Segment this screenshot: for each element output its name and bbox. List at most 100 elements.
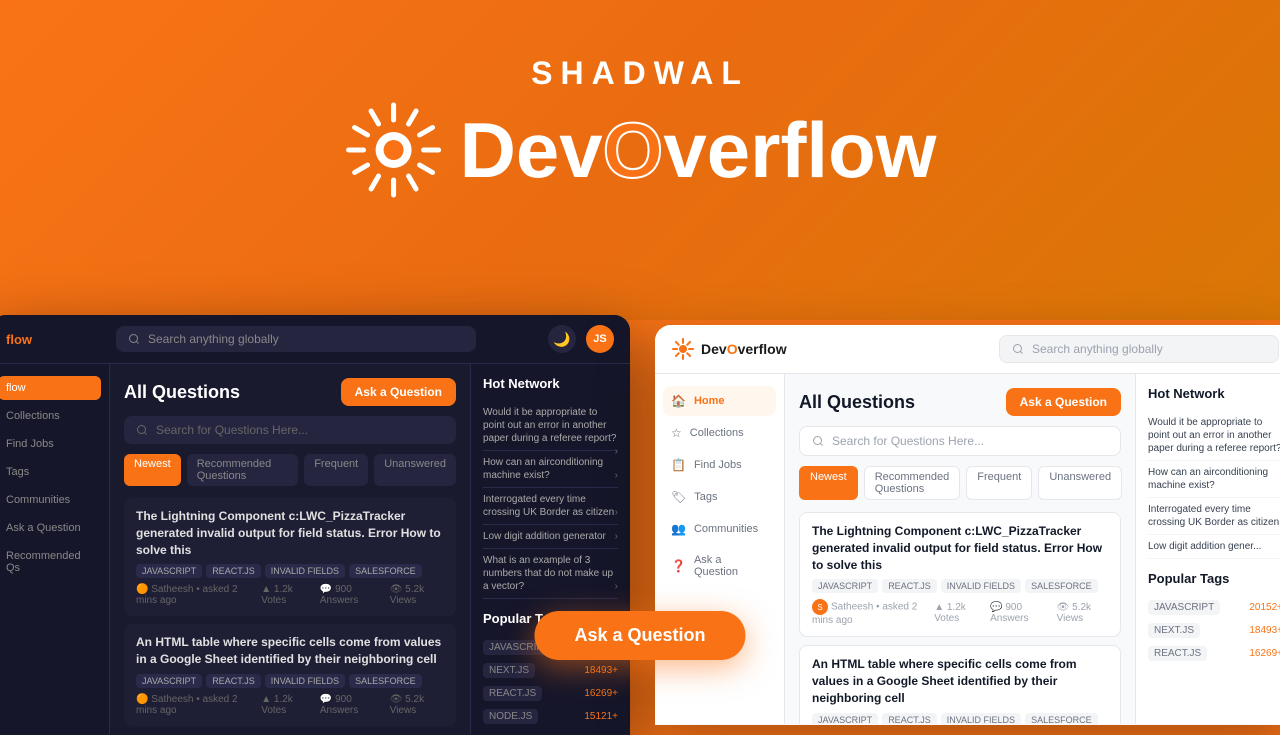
dark-page-title: All Questions bbox=[124, 382, 240, 403]
light-ask-question-button[interactable]: Ask a Question bbox=[1006, 388, 1121, 416]
light-hot-network-item-2[interactable]: How can an airconditioning machine exist… bbox=[1148, 461, 1280, 498]
hot-network-item-3[interactable]: Interrogated every time crossing UK Bord… bbox=[483, 488, 618, 525]
light-sidebar-ask-question-label: Ask a Question bbox=[694, 554, 768, 578]
light-filter-tab-recommended[interactable]: Recommended Questions bbox=[864, 466, 961, 500]
light-question-title-1[interactable]: The Lightning Component c:LWC_PizzaTrack… bbox=[812, 523, 1108, 573]
filter-tab-newest[interactable]: Newest bbox=[124, 454, 181, 486]
sidebar-item-home[interactable]: flow bbox=[0, 376, 101, 400]
light-filter-tab-newest[interactable]: Newest bbox=[799, 466, 858, 500]
author-avatar-1: S bbox=[812, 599, 828, 615]
light-tag-invalid-fields[interactable]: INVALID FIELDS bbox=[941, 579, 1021, 593]
hot-network-item-2[interactable]: How can an airconditioning machine exist… bbox=[483, 451, 618, 488]
tag-javascript[interactable]: JAVASCRIPT bbox=[136, 564, 202, 578]
dark-main-content: All Questions Ask a Question Search for … bbox=[110, 364, 470, 734]
light-popular-tag-2: NEXT.JS 18493+ bbox=[1148, 619, 1280, 642]
dark-popular-tag-3: REACT.JS 16269+ bbox=[483, 682, 618, 705]
logo-area: DevOverflow bbox=[344, 100, 937, 200]
light-sidebar-item-find-jobs[interactable]: 📋 Find Jobs bbox=[663, 450, 776, 480]
dark-mode-icon[interactable]: 🌙 bbox=[548, 325, 576, 353]
hot-network-item-4[interactable]: Low digit addition generator › bbox=[483, 525, 618, 549]
light-popular-tag-1: JAVASCRIPT 20152+ bbox=[1148, 596, 1280, 619]
light-logo: DevOverflow bbox=[671, 337, 787, 361]
light-header: DevOverflow Search anything globally bbox=[655, 325, 1280, 374]
ask-question-cta-button[interactable]: Ask a Question bbox=[534, 611, 745, 660]
light-question-title-2[interactable]: An HTML table where specific cells come … bbox=[812, 656, 1108, 706]
dark-search-placeholder: Search anything globally bbox=[148, 332, 279, 346]
light-ui-card: DevOverflow Search anything globally 🏠 H… bbox=[655, 325, 1280, 725]
sidebar-item-collections[interactable]: Collections bbox=[0, 404, 101, 428]
dark-ask-question-button[interactable]: Ask a Question bbox=[341, 378, 456, 406]
light-sidebar-item-ask-question[interactable]: ❓ Ask a Question bbox=[663, 546, 776, 586]
find-jobs-icon: 📋 bbox=[671, 458, 686, 472]
light-ptag-nextjs[interactable]: NEXT.JS bbox=[1148, 623, 1200, 638]
dark-question-tags-2: JAVASCRIPT REACT.JS INVALID FIELDS SALES… bbox=[136, 674, 444, 688]
dark-question-author-time-2: 🟠 Satheesh • asked 2 mins ago bbox=[136, 694, 261, 716]
dark-question-meta-2: 🟠 Satheesh • asked 2 mins ago ▲ 1.2k Vot… bbox=[136, 694, 444, 716]
light-tag-salesforce-2[interactable]: SALESFORCE bbox=[1025, 713, 1098, 724]
light-question-stats-1: ▲ 1.2k Votes 💬 900 Answers 👁 5.2k Views bbox=[934, 602, 1108, 624]
sidebar-item-tags[interactable]: Tags bbox=[0, 460, 101, 484]
light-tag-javascript[interactable]: JAVASCRIPT bbox=[812, 579, 878, 593]
light-hot-network-item-1[interactable]: Would it be appropriate to point out an … bbox=[1148, 411, 1280, 461]
light-sidebar-item-communities[interactable]: 👥 Communities bbox=[663, 514, 776, 544]
dark-question-stats: ▲ 1.2k Votes 💬 900 Answers 👁 5.2k Views bbox=[261, 584, 444, 606]
tag-reactjs[interactable]: REACT.JS bbox=[206, 564, 261, 578]
filter-tab-recommended[interactable]: Recommended Questions bbox=[187, 454, 299, 486]
light-sidebar: 🏠 Home ☆ Collections 📋 Find Jobs 🏷 Tags … bbox=[655, 374, 785, 724]
hot-network-item-1[interactable]: Would it be appropriate to point out an … bbox=[483, 401, 618, 451]
light-search-placeholder: Search anything globally bbox=[1032, 342, 1163, 356]
light-ptag-javascript[interactable]: JAVASCRIPT bbox=[1148, 600, 1220, 615]
dark-votes-stat: ▲ 1.2k Votes bbox=[261, 584, 312, 606]
dark-tag-nodejs[interactable]: NODE.JS bbox=[483, 709, 538, 724]
dark-tag-reactjs-count: 16269+ bbox=[584, 688, 618, 699]
tag-javascript-2[interactable]: JAVASCRIPT bbox=[136, 674, 202, 688]
filter-tab-unanswered[interactable]: Unanswered bbox=[374, 454, 456, 486]
light-main-header: All Questions Ask a Question bbox=[799, 388, 1121, 416]
light-hot-network-item-4[interactable]: Low digit addition gener... bbox=[1148, 535, 1280, 559]
dark-answers-stat-2: 💬 900 Answers bbox=[320, 694, 382, 716]
light-tag-javascript-2[interactable]: JAVASCRIPT bbox=[812, 713, 878, 724]
brand-name: SHADWAL bbox=[531, 55, 749, 92]
filter-tab-frequent[interactable]: Frequent bbox=[304, 454, 368, 486]
dark-views-stat: 👁 5.2k Views bbox=[390, 584, 444, 606]
header-icons: 🌙 JS bbox=[548, 325, 614, 353]
light-hot-network-item-3[interactable]: Interrogated every time crossing UK Bord… bbox=[1148, 498, 1280, 535]
light-sidebar-item-tags[interactable]: 🏷 Tags bbox=[663, 482, 776, 512]
sidebar-item-ask-question[interactable]: Ask a Question bbox=[0, 516, 101, 540]
dark-tag-reactjs[interactable]: REACT.JS bbox=[483, 686, 542, 701]
dark-tag-nextjs[interactable]: NEXT.JS bbox=[483, 663, 535, 678]
light-sidebar-item-collections[interactable]: ☆ Collections bbox=[663, 418, 776, 448]
light-sidebar-item-home[interactable]: 🏠 Home bbox=[663, 386, 776, 416]
dark-question-title[interactable]: The Lightning Component c:LWC_PizzaTrack… bbox=[136, 508, 444, 558]
light-tag-reactjs-2[interactable]: REACT.JS bbox=[882, 713, 937, 724]
tag-invalid-fields-2[interactable]: INVALID FIELDS bbox=[265, 674, 345, 688]
light-ptag-reactjs-count: 16269+ bbox=[1249, 648, 1280, 659]
light-tag-reactjs[interactable]: REACT.JS bbox=[882, 579, 937, 593]
light-search-bar[interactable]: Search anything globally bbox=[999, 335, 1279, 363]
dark-hot-network-title: Hot Network bbox=[483, 376, 618, 391]
light-popular-tags-title: Popular Tags bbox=[1148, 571, 1280, 586]
light-filter-tab-frequent[interactable]: Frequent bbox=[966, 466, 1032, 500]
light-questions-search[interactable]: Search for Questions Here... bbox=[799, 426, 1121, 456]
light-question-tags-1: JAVASCRIPT REACT.JS INVALID FIELDS SALES… bbox=[812, 579, 1108, 593]
tag-salesforce[interactable]: SALESFORCE bbox=[349, 564, 422, 578]
light-filter-tab-unanswered[interactable]: Unanswered bbox=[1038, 466, 1122, 500]
light-tag-invalid-fields-2[interactable]: INVALID FIELDS bbox=[941, 713, 1021, 724]
hot-network-item-5[interactable]: What is an example of 3 numbers that do … bbox=[483, 549, 618, 599]
tag-salesforce-2[interactable]: SALESFORCE bbox=[349, 674, 422, 688]
light-ptag-reactjs[interactable]: REACT.JS bbox=[1148, 646, 1207, 661]
sidebar-item-communities[interactable]: Communities bbox=[0, 488, 101, 512]
sidebar-item-recommended-qs[interactable]: Recommended Qs bbox=[0, 544, 101, 580]
light-body: 🏠 Home ☆ Collections 📋 Find Jobs 🏷 Tags … bbox=[655, 374, 1280, 724]
light-tag-salesforce[interactable]: SALESFORCE bbox=[1025, 579, 1098, 593]
tag-reactjs-2[interactable]: REACT.JS bbox=[206, 674, 261, 688]
ask-question-sidebar-icon: ❓ bbox=[671, 559, 686, 573]
dark-search-bar[interactable]: Search anything globally bbox=[116, 326, 476, 352]
sidebar-item-find-jobs[interactable]: Find Jobs bbox=[0, 432, 101, 456]
light-question-item-1: The Lightning Component c:LWC_PizzaTrack… bbox=[799, 512, 1121, 637]
tag-invalid-fields[interactable]: INVALID FIELDS bbox=[265, 564, 345, 578]
light-sidebar-home-label: Home bbox=[694, 395, 725, 407]
dark-questions-search[interactable]: Search for Questions Here... bbox=[124, 416, 456, 444]
dark-question-title-2[interactable]: An HTML table where specific cells come … bbox=[136, 634, 444, 668]
user-avatar[interactable]: JS bbox=[586, 325, 614, 353]
